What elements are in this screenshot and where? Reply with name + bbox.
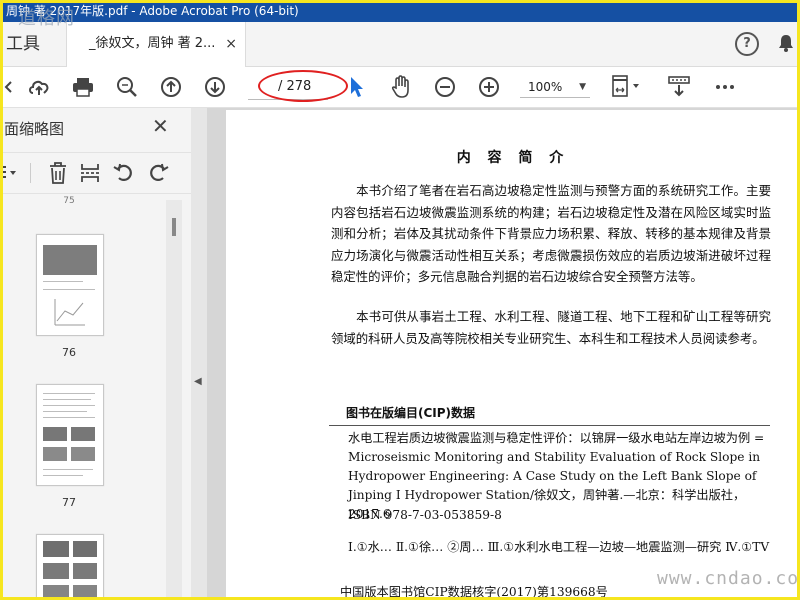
thumbnail-figure — [73, 563, 97, 579]
panel-title: 面缩略图 — [4, 120, 65, 138]
cip-heading: 图书在版编目(CIP)数据 — [346, 406, 476, 420]
thumbnail-label: 76 — [62, 346, 76, 359]
subject-classification: Ⅰ.①水… Ⅱ.①徐… ②周… Ⅲ.①水利水电工程—边坡—地震监测—研究 Ⅳ.①… — [348, 540, 770, 554]
thumbnail-figure — [73, 541, 97, 557]
thumbnail-figure — [43, 563, 69, 579]
main-toolbar: / 278 100% ▼ — [0, 67, 800, 108]
rotate-right-icon[interactable] — [146, 161, 170, 185]
thumbnail-diagram — [54, 299, 85, 326]
thumbnail-figure — [43, 541, 69, 557]
page-heading: 内 容 简 介 — [456, 150, 570, 166]
toolbar-divider — [30, 163, 31, 183]
thumbnail-text-line — [43, 281, 83, 282]
more-icon[interactable] — [710, 67, 740, 107]
thumbnail-list: 75 76 77 — [0, 194, 191, 600]
isbn: ISBN 978-7-03-053859-8 — [348, 508, 502, 522]
thumbnail-figure — [43, 245, 97, 275]
audience-paragraph-text: 本书可供从事岩土工程、水利工程、隧道工程、地下工程和矿山工程等研究领域的科研人员… — [331, 309, 771, 346]
thumbnail-page[interactable] — [36, 234, 104, 336]
thumbnail-text-line — [43, 417, 95, 418]
thumbnail-text-line — [43, 289, 95, 290]
page-fit-icon[interactable] — [608, 67, 644, 107]
collapse-panel-icon[interactable]: ◀ — [194, 376, 202, 387]
window-title-bar: 周钟 著 2017年版.pdf - Adobe Acrobat Pro (64-… — [0, 0, 800, 22]
audience-paragraph: 本书可供从事岩土工程、水利工程、隧道工程、地下工程和矿山工程等研究领域的科研人员… — [331, 306, 771, 349]
tab-bar: 工具 _徐奴文，周钟 著 2... × ? — [0, 22, 800, 67]
help-circle-icon[interactable]: ? — [735, 32, 759, 56]
thumbnail-text-line — [43, 411, 87, 412]
zoom-search-icon[interactable] — [112, 67, 142, 107]
thumbnail-figure — [43, 585, 69, 600]
annotation-red-ellipse — [258, 70, 348, 102]
zoom-select[interactable]: 100% ▼ — [520, 77, 590, 98]
delete-icon[interactable] — [46, 161, 70, 185]
watermark-top-left: 道格网 — [18, 8, 75, 29]
zoom-in-icon[interactable] — [474, 67, 504, 107]
thumbnail-page[interactable] — [36, 534, 104, 600]
panel-toolbar — [0, 152, 191, 194]
thumbnail-text-line — [43, 475, 83, 476]
cip-divider — [329, 425, 770, 426]
thumbnail-figure — [71, 447, 95, 461]
scroll-mode-icon[interactable] — [664, 67, 694, 107]
hand-tool-icon[interactable] — [386, 67, 416, 107]
summary-paragraph: 本书介绍了笔者在岩石高边坡稳定性监测与预警方面的系统研究工作。主要内容包括岩石边… — [331, 180, 771, 288]
chevron-down-icon: ▼ — [579, 82, 586, 92]
thumbnail-text-line — [43, 469, 93, 470]
summary-paragraph-text: 本书介绍了笔者在岩石高边坡稳定性监测与预警方面的系统研究工作。主要内容包括岩石边… — [331, 183, 771, 284]
thumbnail-figure — [73, 585, 97, 600]
tab-close-icon[interactable]: × — [225, 22, 237, 66]
upload-cloud-icon[interactable] — [24, 67, 54, 107]
thumbnail-page[interactable] — [36, 384, 104, 486]
thumbnail-text-line — [43, 393, 95, 394]
page-up-icon[interactable] — [156, 67, 186, 107]
thumbnail-figure — [43, 427, 67, 441]
panel-splitter[interactable]: ◀ — [191, 108, 208, 600]
options-dropdown-icon[interactable] — [0, 161, 20, 185]
rotate-left-icon[interactable] — [112, 161, 136, 185]
panel-close-icon[interactable]: ✕ — [152, 114, 169, 138]
page-down-icon[interactable] — [200, 67, 230, 107]
zoom-out-icon[interactable] — [430, 67, 460, 107]
bell-icon[interactable] — [778, 34, 794, 52]
insert-page-icon[interactable] — [78, 161, 102, 185]
thumbnail-label: 75 — [63, 196, 75, 206]
thumbnail-figure — [43, 447, 67, 461]
thumbnail-text-line — [43, 405, 95, 406]
thumbnail-text-line — [43, 399, 91, 400]
thumbnail-panel: 面缩略图 ✕ 75 76 77 — [0, 108, 192, 600]
zoom-value: 100% — [528, 80, 563, 94]
tab-document[interactable]: _徐奴文，周钟 著 2... × — [66, 22, 246, 67]
thumbnail-scroll-thumb[interactable] — [172, 218, 176, 236]
thumbnail-figure — [71, 427, 95, 441]
cip-number: 中国版本图书馆CIP数据核字(2017)第139668号 — [340, 585, 608, 599]
tab-document-label: _徐奴文，周钟 著 2... — [89, 36, 216, 51]
pdf-page: 内 容 简 介 本书介绍了笔者在岩石高边坡稳定性监测与预警方面的系统研究工作。主… — [226, 110, 800, 600]
print-icon[interactable] — [68, 67, 98, 107]
back-icon[interactable] — [0, 67, 24, 107]
watermark-bottom-right: www.cndao.com — [657, 568, 800, 589]
thumbnail-scrollbar[interactable] — [166, 200, 182, 600]
thumbnail-label: 77 — [62, 496, 76, 509]
